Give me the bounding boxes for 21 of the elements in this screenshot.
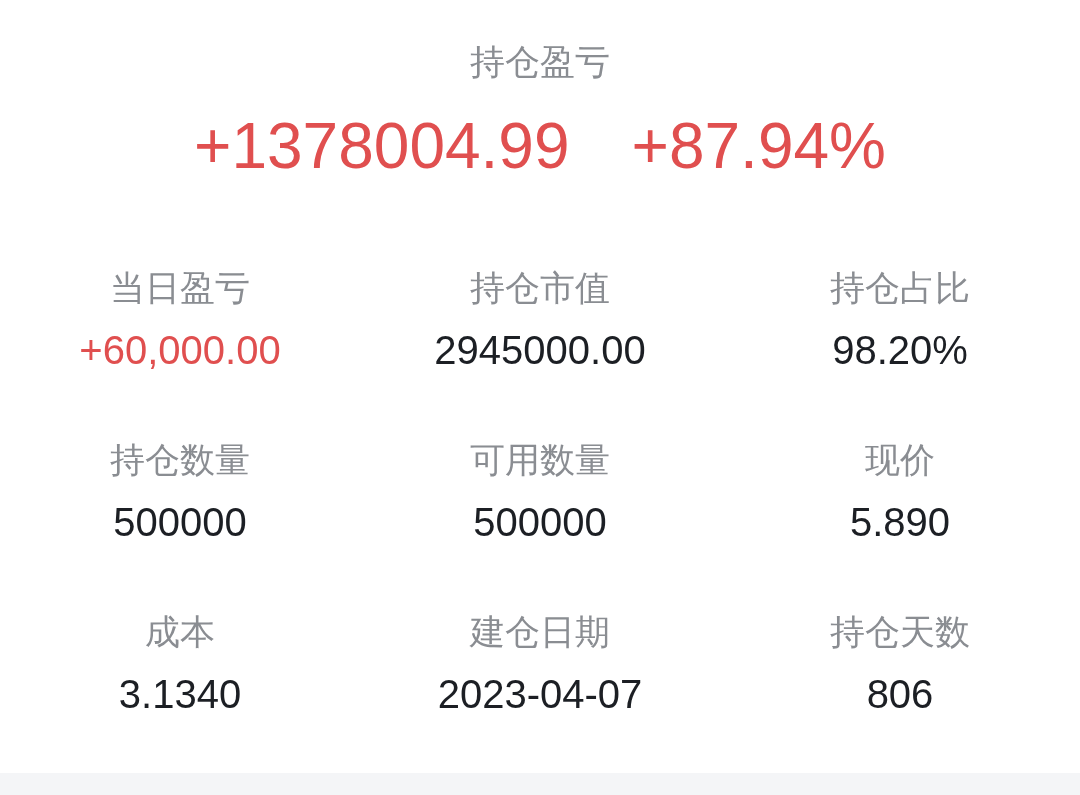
stat-label: 现价 bbox=[865, 439, 935, 482]
stat-value: 500000 bbox=[473, 499, 607, 546]
stat-label: 持仓数量 bbox=[110, 439, 250, 482]
section-title: 持仓盈亏 bbox=[470, 41, 610, 84]
stat-label: 建仓日期 bbox=[470, 611, 610, 654]
profit-percent: +87.94% bbox=[631, 109, 886, 184]
stat-label: 当日盈亏 bbox=[110, 267, 250, 310]
stat-value: 500000 bbox=[113, 499, 247, 546]
stat-value: 2023-04-07 bbox=[437, 671, 643, 718]
stat-label: 持仓占比 bbox=[830, 267, 970, 310]
stat-value: +60,000.00 bbox=[79, 327, 281, 374]
stat-label: 可用数量 bbox=[470, 439, 610, 482]
profit-amount: +1378004.99 bbox=[194, 109, 570, 184]
stat-value: 2945000.00 bbox=[434, 327, 646, 374]
stat-value: 98.20% bbox=[832, 327, 968, 374]
stat-value: 3.1340 bbox=[118, 671, 242, 718]
stat-label: 持仓天数 bbox=[830, 611, 970, 654]
stat-label: 持仓市值 bbox=[470, 267, 610, 310]
stat-label: 成本 bbox=[145, 611, 215, 654]
stat-value: 806 bbox=[866, 671, 934, 718]
stat-value: 5.890 bbox=[849, 499, 951, 546]
